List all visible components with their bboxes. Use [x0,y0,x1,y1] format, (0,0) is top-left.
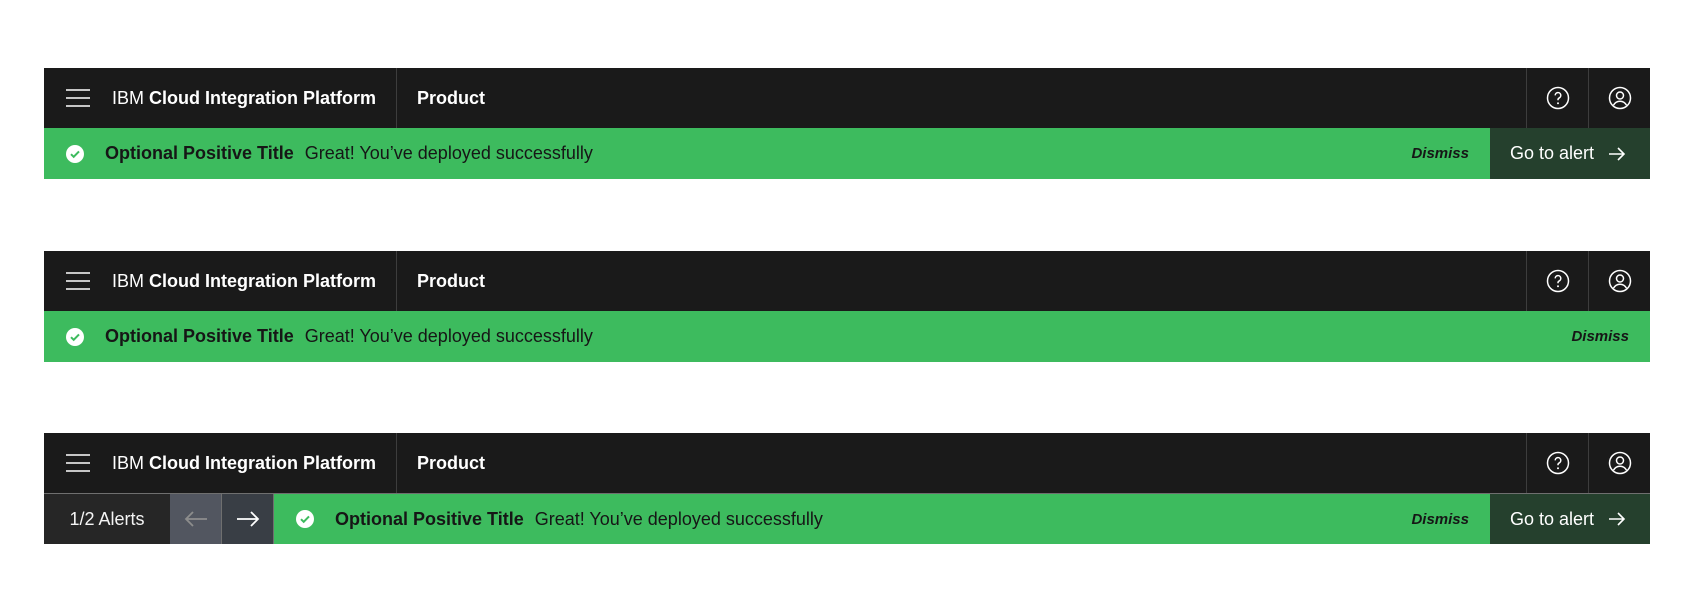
user-button[interactable] [1588,251,1650,311]
dismiss-button[interactable]: Dismiss [1571,328,1629,345]
alert-title: Optional Positive Title [335,508,524,529]
arrow-left-icon [184,511,207,527]
menu-icon [66,89,90,107]
alert-message: Great! You’ve deployed successfully [304,326,593,346]
go-to-alert-label: Go to alert [1510,508,1595,529]
go-to-alert-button[interactable]: Go to alert [1490,494,1650,544]
user-icon [1608,269,1631,293]
help-icon [1546,86,1569,110]
alert-notification: Optional Positive Title Great! You’ve de… [274,494,1490,544]
next-alert-button[interactable] [221,494,274,544]
user-button[interactable] [1588,68,1650,128]
user-button[interactable] [1588,433,1650,493]
header-variant-with-action: IBM Cloud Integration Platform Product O… [44,68,1650,179]
menu-button[interactable] [44,68,112,128]
brand-prefix: IBM [112,270,145,291]
alert-bar: Optional Positive Title Great! You’ve de… [44,311,1650,362]
menu-icon [66,454,90,472]
menu-icon [66,272,90,290]
header-variant-dismiss-only: IBM Cloud Integration Platform Product O… [44,251,1650,362]
help-icon [1546,269,1569,293]
product-link[interactable]: Product [397,271,485,292]
checkmark-icon [65,327,85,347]
dismiss-button[interactable]: Dismiss [1411,145,1469,162]
user-icon [1608,86,1631,110]
checkmark-icon [295,509,315,529]
menu-button[interactable] [44,433,112,493]
top-navigation-bar: IBM Cloud Integration Platform Product [44,433,1650,493]
help-icon [1546,451,1569,475]
brand-prefix: IBM [112,87,145,108]
arrow-right-icon [236,511,259,527]
alert-counter: 1/2 Alerts [44,494,170,544]
go-to-alert-label: Go to alert [1510,143,1595,163]
go-to-alert-button[interactable]: Go to alert [1490,128,1650,179]
top-navigation-bar: IBM Cloud Integration Platform Product [44,68,1650,128]
platform-name[interactable]: IBM Cloud Integration Platform [112,433,396,493]
help-button[interactable] [1526,68,1588,128]
alert-bar: 1/2 Alerts Optional Positive Title Great… [44,493,1650,544]
alert-message: Great! You’ve deployed successfully [304,143,593,163]
brand-name: Cloud Integration Platform [149,270,377,291]
brand-name: Cloud Integration Platform [149,452,377,473]
dismiss-button[interactable]: Dismiss [1411,511,1469,528]
brand-prefix: IBM [112,452,145,473]
checkmark-icon [65,144,85,164]
platform-name[interactable]: IBM Cloud Integration Platform [112,251,396,311]
top-navigation-bar: IBM Cloud Integration Platform Product [44,251,1650,311]
user-icon [1608,451,1631,475]
platform-name[interactable]: IBM Cloud Integration Platform [112,68,396,128]
help-button[interactable] [1526,433,1588,493]
product-link[interactable]: Product [397,453,485,474]
alert-message: Great! You’ve deployed successfully [534,508,823,529]
help-button[interactable] [1526,251,1588,311]
arrow-right-icon [1608,512,1626,526]
previous-alert-button[interactable] [170,494,221,544]
header-variant-multiple-alerts: IBM Cloud Integration Platform Product 1… [44,433,1650,544]
alert-bar: Optional Positive Title Great! You’ve de… [44,128,1650,179]
menu-button[interactable] [44,251,112,311]
alert-title: Optional Positive Title [105,326,294,346]
alert-notification: Optional Positive Title Great! You’ve de… [44,311,1650,362]
brand-name: Cloud Integration Platform [149,87,377,108]
product-link[interactable]: Product [397,88,485,109]
arrow-right-icon [1608,146,1626,161]
alert-title: Optional Positive Title [105,143,294,163]
alert-notification: Optional Positive Title Great! You’ve de… [44,128,1490,179]
